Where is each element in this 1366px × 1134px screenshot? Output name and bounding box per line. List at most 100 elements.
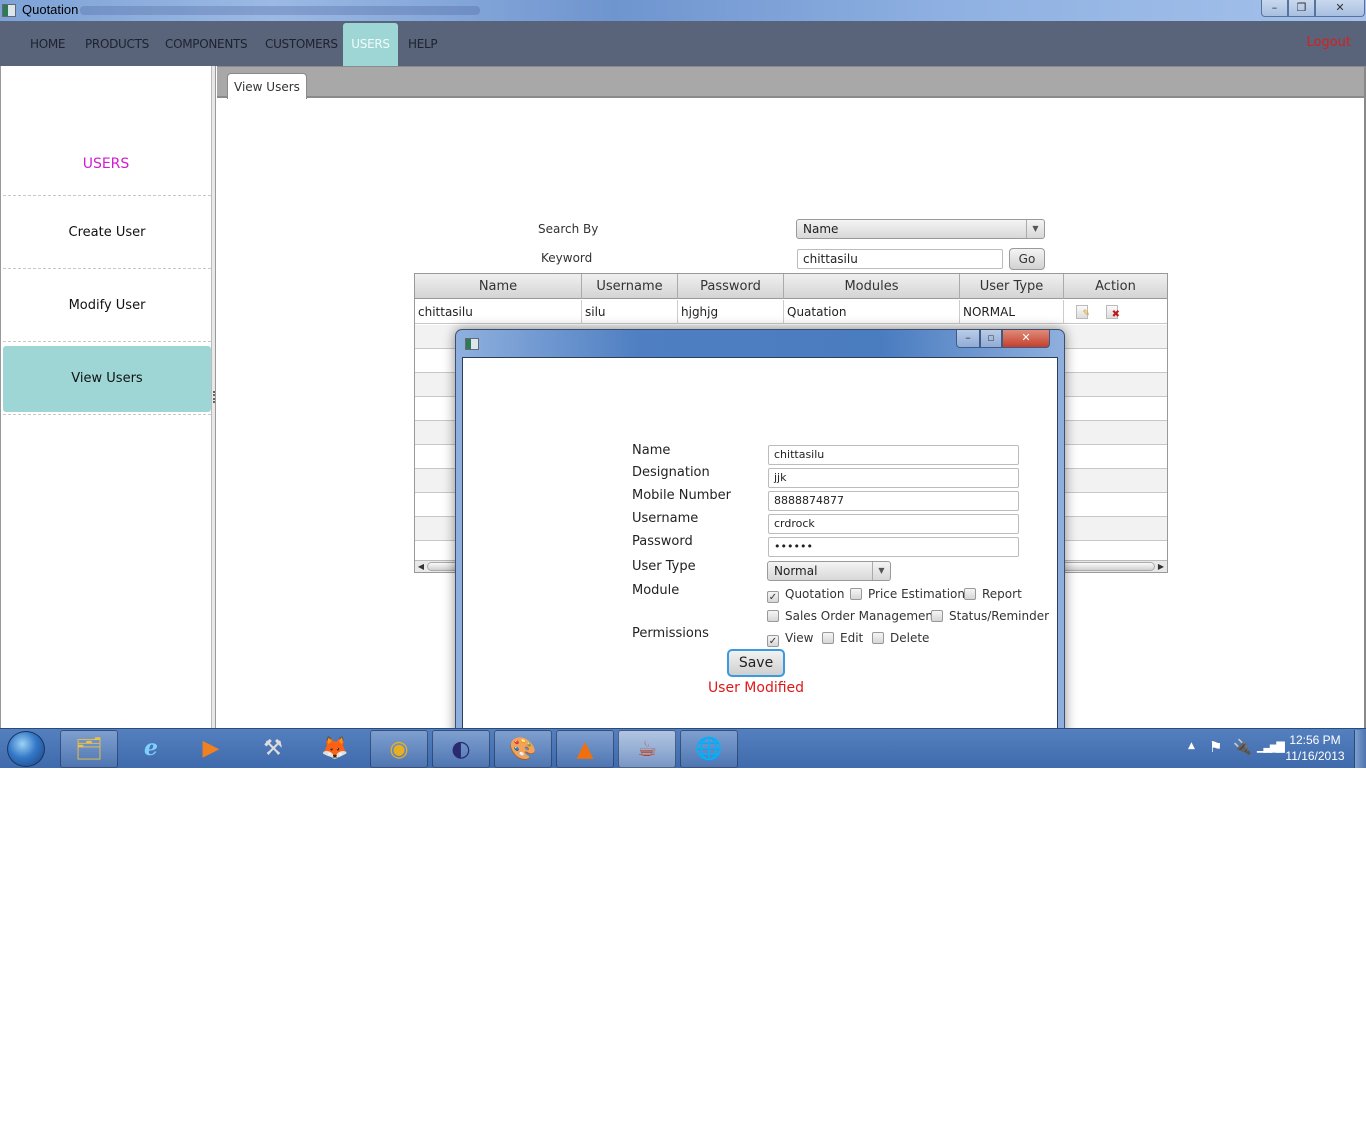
firefox-taskbar-button[interactable]: 🦊 bbox=[306, 730, 364, 768]
power-plug-icon[interactable]: 🔌 bbox=[1233, 738, 1252, 756]
blurred-title-text bbox=[80, 6, 480, 15]
cell-user-type: NORMAL bbox=[960, 300, 1064, 324]
network-signal-icon[interactable]: ▁▃▅▇ bbox=[1257, 740, 1285, 753]
password-label: Password bbox=[632, 534, 693, 549]
column-header-name[interactable]: Name bbox=[415, 274, 582, 299]
column-header-modules[interactable]: Modules bbox=[784, 274, 960, 299]
module-report-checkbox[interactable]: Report bbox=[964, 586, 1022, 602]
app-icon bbox=[2, 4, 16, 17]
paint-taskbar-button[interactable]: 🎨 bbox=[494, 730, 552, 768]
dialog-content: Name chittasilu Designation jjk Mobile N… bbox=[462, 357, 1058, 757]
sidebar-item-create-user[interactable]: Create User bbox=[3, 200, 211, 266]
mobile-number-input[interactable]: 8888874877 bbox=[768, 491, 1019, 511]
permission-edit-checkbox[interactable]: Edit bbox=[822, 630, 863, 646]
user-type-select[interactable]: Normal ▼ bbox=[767, 561, 891, 581]
tab-view-users[interactable]: View Users bbox=[227, 73, 307, 99]
password-input[interactable]: •••••• bbox=[768, 537, 1019, 557]
checkbox-icon[interactable] bbox=[822, 632, 834, 644]
action-center-flag-icon[interactable]: ⚑ bbox=[1209, 738, 1222, 756]
module-sales-order-checkbox[interactable]: Sales Order Management bbox=[767, 608, 938, 624]
keyword-input[interactable]: chittasilu bbox=[797, 249, 1003, 269]
scroll-left-icon[interactable]: ◀ bbox=[415, 561, 427, 572]
menu-products[interactable]: PRODUCTS bbox=[85, 23, 149, 66]
firefox-icon: 🦊 bbox=[321, 736, 349, 761]
scroll-right-icon[interactable]: ▶ bbox=[1155, 561, 1167, 572]
show-desktop-button[interactable] bbox=[1354, 730, 1366, 768]
split-pane-divider[interactable] bbox=[212, 66, 216, 728]
ie-taskbar-button[interactable]: ℯ bbox=[122, 730, 180, 768]
dialog-maximize-button[interactable]: ▫ bbox=[980, 330, 1002, 348]
eclipse-icon: ◐ bbox=[451, 737, 471, 762]
column-header-username[interactable]: Username bbox=[582, 274, 678, 299]
java-taskbar-button[interactable]: ☕ bbox=[618, 730, 676, 768]
sidebar-item-modify-user[interactable]: Modify User bbox=[3, 273, 211, 339]
checkbox-checked-icon[interactable]: ✓ bbox=[767, 635, 779, 647]
permission-edit-label: Edit bbox=[840, 631, 864, 645]
show-hidden-icons-icon[interactable]: ▲ bbox=[1188, 741, 1195, 751]
paint-icon: 🎨 bbox=[509, 737, 537, 762]
menu-help[interactable]: HELP bbox=[408, 23, 438, 66]
go-button[interactable]: Go bbox=[1009, 248, 1045, 270]
chevron-down-icon[interactable]: ▼ bbox=[872, 562, 890, 580]
eclipse-taskbar-button[interactable]: ◐ bbox=[432, 730, 490, 768]
table-row[interactable]: chittasilu silu hjghjg Quatation NORMAL … bbox=[415, 300, 1167, 324]
idm-taskbar-button[interactable]: 🌐 bbox=[680, 730, 738, 768]
media-player-icon: ▶ bbox=[202, 736, 220, 761]
chrome-taskbar-button[interactable]: ◉ bbox=[370, 730, 428, 768]
checkbox-icon[interactable] bbox=[767, 610, 779, 622]
keyword-label: Keyword bbox=[541, 251, 593, 265]
restore-button[interactable]: ❐ bbox=[1288, 0, 1315, 17]
minimize-button[interactable]: – bbox=[1261, 0, 1288, 17]
search-by-select[interactable]: Name ▼ bbox=[796, 219, 1045, 239]
dialog-app-icon bbox=[465, 338, 479, 350]
splitter-grip[interactable] bbox=[213, 391, 215, 403]
edit-icon[interactable]: ✎ bbox=[1076, 305, 1090, 319]
column-header-action[interactable]: Action bbox=[1064, 274, 1167, 299]
table-header: Name Username Password Modules User Type… bbox=[415, 274, 1167, 299]
globe-download-icon: 🌐 bbox=[695, 737, 723, 762]
sidebar-heading: USERS bbox=[82, 156, 130, 172]
delete-icon[interactable]: ✖ bbox=[1106, 305, 1120, 320]
search-by-value: Name bbox=[803, 222, 839, 236]
module-price-estimation-checkbox[interactable]: Price Estimation bbox=[850, 586, 965, 602]
tools-taskbar-button[interactable]: ⚒ bbox=[244, 730, 302, 768]
designation-input[interactable]: jjk bbox=[768, 468, 1019, 488]
dialog-close-button[interactable]: ✕ bbox=[1002, 330, 1050, 348]
close-button[interactable]: ✕ bbox=[1315, 0, 1365, 17]
menu-customers[interactable]: CUSTOMERS bbox=[265, 23, 338, 66]
dialog-minimize-button[interactable]: – bbox=[956, 330, 980, 348]
vlc-taskbar-button[interactable]: ▲ bbox=[556, 730, 614, 768]
cell-action: ✎ ✖ bbox=[1064, 300, 1167, 324]
permission-view-checkbox[interactable]: ✓ View bbox=[767, 630, 813, 647]
checkbox-icon[interactable] bbox=[931, 610, 943, 622]
module-status-reminder-checkbox[interactable]: Status/Reminder bbox=[931, 608, 1049, 624]
menu-components[interactable]: COMPONENTS bbox=[165, 23, 248, 66]
menu-users[interactable]: USERS bbox=[343, 23, 398, 66]
name-input[interactable]: chittasilu bbox=[768, 445, 1019, 465]
media-player-taskbar-button[interactable]: ▶ bbox=[182, 730, 240, 768]
module-status-reminder-label: Status/Reminder bbox=[949, 609, 1050, 623]
folder-icon: 🗂 bbox=[75, 737, 103, 762]
checkbox-icon[interactable] bbox=[872, 632, 884, 644]
sidebar-divider bbox=[3, 414, 211, 415]
permission-delete-checkbox[interactable]: Delete bbox=[872, 630, 929, 646]
save-button[interactable]: Save bbox=[727, 649, 785, 677]
explorer-taskbar-button[interactable]: 🗂 bbox=[60, 730, 118, 768]
sidebar-item-view-users[interactable]: View Users bbox=[3, 346, 211, 412]
menu-home[interactable]: HOME bbox=[30, 23, 66, 66]
column-header-password[interactable]: Password bbox=[678, 274, 784, 299]
checkbox-checked-icon[interactable]: ✓ bbox=[767, 591, 779, 603]
chevron-down-icon[interactable]: ▼ bbox=[1026, 220, 1044, 238]
username-input[interactable]: crdrock bbox=[768, 514, 1019, 534]
clock-date: 11/16/2013 bbox=[1285, 749, 1345, 763]
search-by-label: Search By bbox=[538, 222, 599, 236]
window-title: Quotation bbox=[22, 2, 79, 17]
start-button[interactable] bbox=[7, 731, 45, 767]
column-header-user-type[interactable]: User Type bbox=[960, 274, 1064, 299]
checkbox-icon[interactable] bbox=[850, 588, 862, 600]
checkbox-icon[interactable] bbox=[964, 588, 976, 600]
tab-header: View Users bbox=[217, 66, 1364, 99]
module-quotation-checkbox[interactable]: ✓ Quotation bbox=[767, 586, 844, 603]
taskbar-clock[interactable]: 12:56 PM 11/16/2013 bbox=[1280, 732, 1350, 764]
logout-link[interactable]: Logout bbox=[1306, 35, 1351, 50]
